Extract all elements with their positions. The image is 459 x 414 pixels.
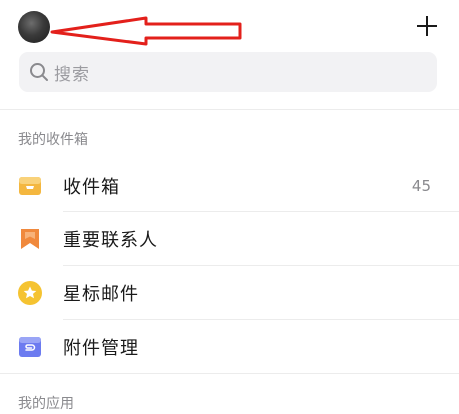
list-item-label: 星标邮件	[63, 283, 139, 305]
star-icon	[18, 280, 42, 305]
list-item-label: 附件管理	[63, 337, 139, 359]
header-divider	[0, 109, 459, 110]
search-icon	[29, 62, 49, 82]
list-item-label: 重要联系人	[63, 229, 158, 251]
unread-count: 45	[411, 176, 431, 195]
section-title-inbox: 我的收件箱	[18, 132, 88, 148]
annotation-arrow-icon	[50, 16, 242, 46]
bookmark-icon	[18, 227, 42, 251]
list-item-starred-mail[interactable]: 星标邮件	[0, 266, 459, 319]
plus-icon	[417, 16, 437, 36]
attachment-icon	[18, 335, 42, 359]
search-input[interactable]: 搜索	[19, 52, 437, 92]
search-placeholder: 搜索	[54, 64, 90, 85]
list-item-label: 收件箱	[63, 176, 120, 198]
list-item-vip-contacts[interactable]: 重要联系人	[0, 212, 459, 265]
list-item-inbox[interactable]: 收件箱 45	[0, 159, 459, 212]
mail-sidebar-screen: 搜索 我的收件箱 收件箱 45 重要联系人 星标邮件 附件管理 我的应用	[0, 0, 459, 414]
top-bar	[0, 0, 459, 52]
add-button[interactable]	[413, 12, 441, 40]
list-item-attachments[interactable]: 附件管理	[0, 320, 459, 373]
section-divider	[0, 373, 459, 374]
inbox-tray-icon	[18, 174, 42, 198]
section-title-apps: 我的应用	[18, 396, 74, 412]
